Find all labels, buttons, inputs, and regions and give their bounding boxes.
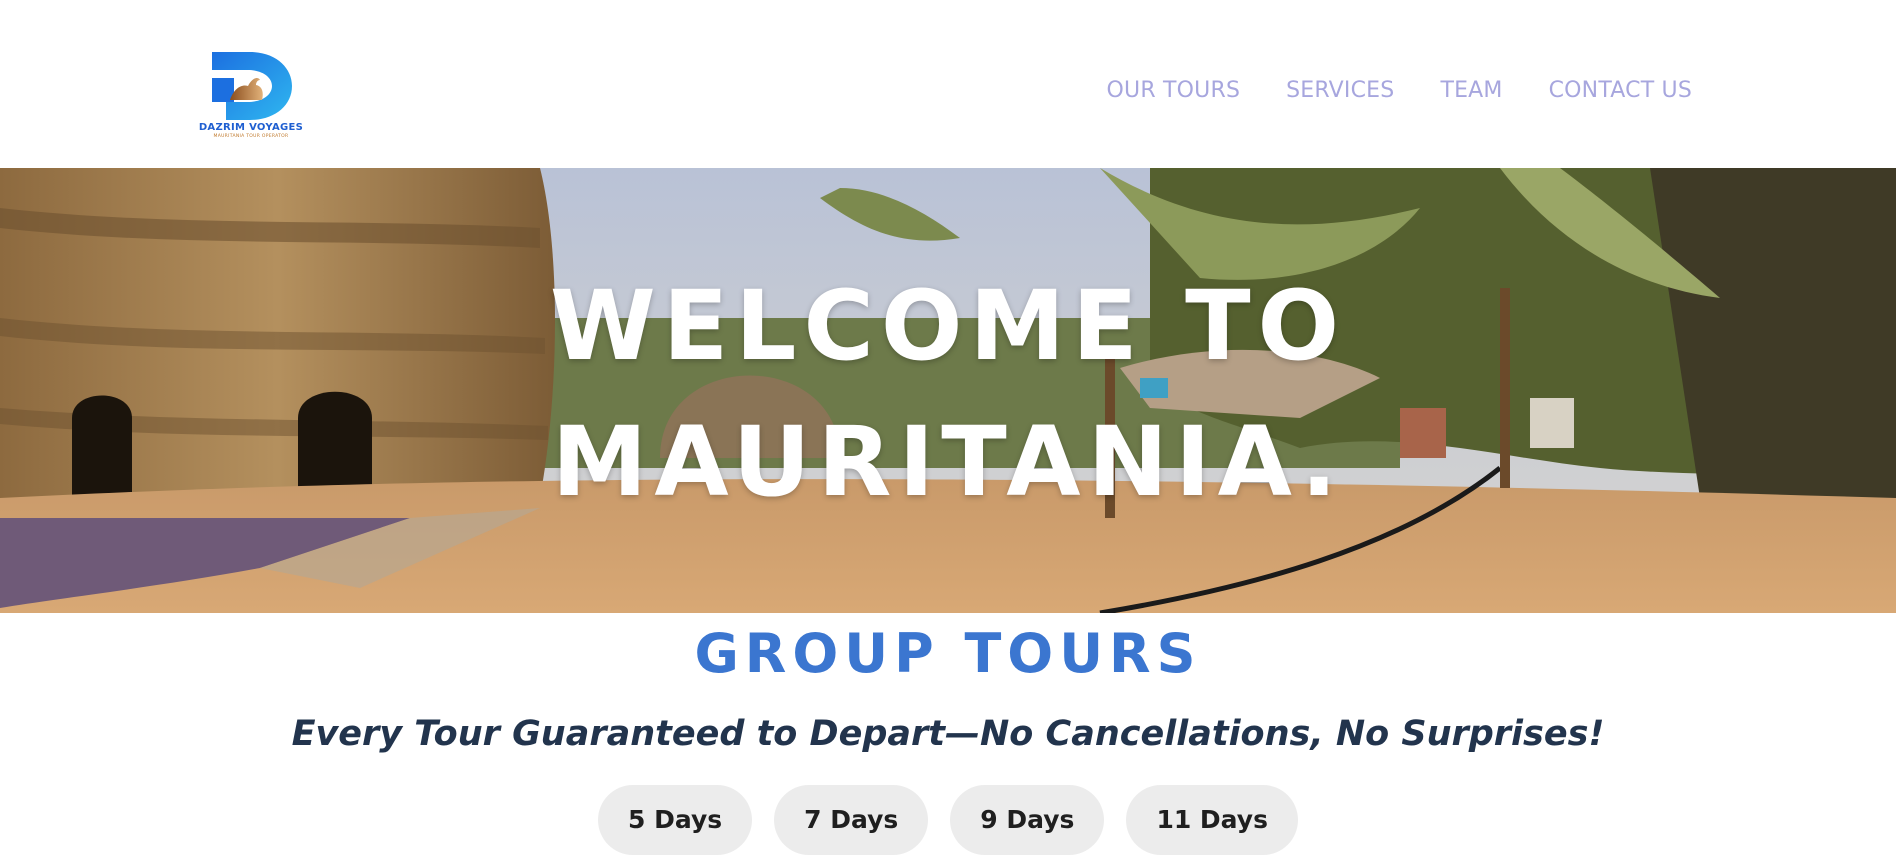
group-tours-title: GROUP TOURS (694, 622, 1202, 685)
logo[interactable]: DAZRIM VOYAGES MAURITANIA TOUR OPERATOR (198, 50, 304, 142)
tab-9-days[interactable]: 9 Days (950, 785, 1105, 855)
hero-banner: WELCOME TO MAURITANIA. (0, 168, 1896, 613)
logo-mark-icon (212, 52, 292, 120)
site-header: DAZRIM VOYAGES MAURITANIA TOUR OPERATOR … (0, 0, 1896, 168)
tab-5-days[interactable]: 5 Days (598, 785, 753, 855)
tab-7-days[interactable]: 7 Days (774, 785, 929, 855)
hero-title: WELCOME TO MAURITANIA. (0, 258, 1896, 530)
tour-duration-tabs: 5 Days 7 Days 9 Days 11 Days (0, 785, 1896, 855)
main-nav: OUR TOURS SERVICES TEAM CONTACT US (1107, 78, 1693, 103)
group-tours-subtitle: Every Tour Guaranteed to Depart—No Cance… (291, 714, 1605, 754)
tab-11-days[interactable]: 11 Days (1126, 785, 1298, 855)
nav-item-services[interactable]: SERVICES (1286, 78, 1394, 103)
hero-title-line-1: WELCOME TO (549, 270, 1347, 382)
logo-name: DAZRIM VOYAGES (198, 122, 304, 133)
logo-tagline: MAURITANIA TOUR OPERATOR (213, 134, 289, 139)
nav-item-team[interactable]: TEAM (1440, 78, 1502, 103)
nav-item-contact-us[interactable]: CONTACT US (1549, 78, 1692, 103)
nav-item-our-tours[interactable]: OUR TOURS (1107, 78, 1241, 103)
hero-title-line-2: MAURITANIA. (551, 406, 1345, 518)
